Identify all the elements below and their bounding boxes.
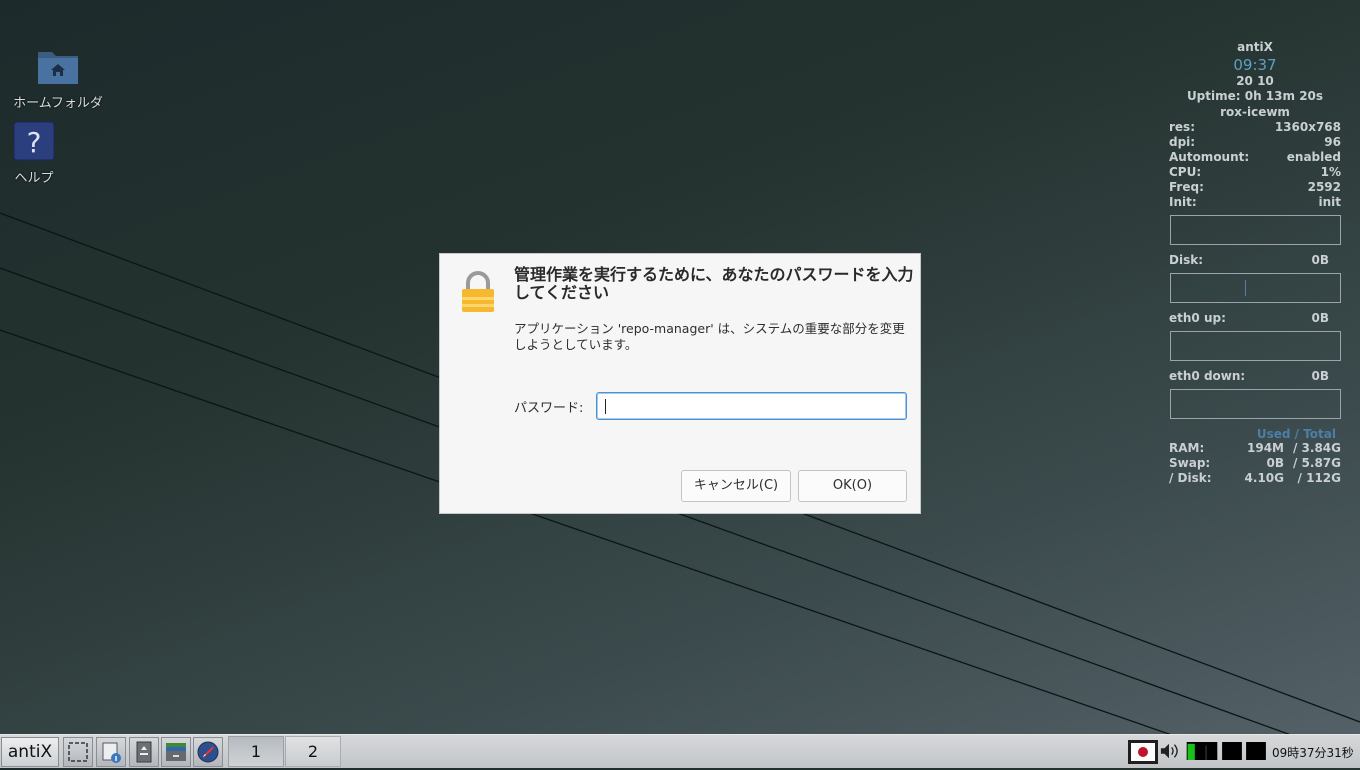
taskbar: antiX 1 2 09時37分31秒 xyxy=(0,734,1360,768)
svg-text:?: ? xyxy=(27,126,42,159)
memory-used: 4.10G xyxy=(1244,471,1284,485)
eth-down-value: 0B xyxy=(1311,369,1330,383)
memory-used: 0B xyxy=(1266,456,1285,470)
file-cabinet-icon xyxy=(166,743,186,761)
memory-total: / 3.84G xyxy=(1292,441,1341,455)
workspace-1-button[interactable]: 1 xyxy=(228,736,284,767)
memory-total: / 5.87G xyxy=(1292,456,1341,470)
file-cabinet-button[interactable] xyxy=(161,737,191,767)
conky-info-key: Automount: xyxy=(1169,150,1250,164)
conky-date: 20 10 xyxy=(1169,74,1341,90)
conky-info-key: dpi: xyxy=(1169,135,1196,149)
conky-info-key: Init: xyxy=(1169,195,1197,209)
browser-icon xyxy=(197,741,219,763)
desktop-icon-help[interactable]: ? ヘルプ xyxy=(6,121,62,186)
conky-info-row: res: 1360x768 xyxy=(1169,120,1341,135)
eth-up-row: eth0 up: 0B xyxy=(1169,311,1341,326)
conky-info-value: 1360x768 xyxy=(1274,120,1341,134)
conky-info-value: enabled xyxy=(1286,150,1341,164)
disk-graph xyxy=(1170,273,1341,303)
dialog-title: 管理作業を実行するために、あなたのパスワードを入力してください xyxy=(514,265,914,302)
password-label: パスワード: xyxy=(514,401,584,416)
volume-icon[interactable] xyxy=(1158,742,1180,760)
memory-key: RAM: xyxy=(1169,441,1205,455)
conky-clock: 09:37 xyxy=(1233,55,1277,74)
conky-uptime: Uptime: 0h 13m 20s xyxy=(1186,89,1324,103)
memory-key: Swap: xyxy=(1169,456,1211,470)
terminal-button[interactable] xyxy=(129,737,159,767)
conky-date-text: 20 10 xyxy=(1236,73,1274,88)
cpu-monitor-icon xyxy=(1186,742,1218,760)
memory-used: 194M xyxy=(1247,441,1284,455)
conky-info-row: Automount: enabled xyxy=(1169,150,1341,165)
desktop-icon-help-label: ヘルプ xyxy=(14,171,54,186)
system-monitor-panel: antiX 09:37 20 10 Uptime: 0h 13m 20s rox… xyxy=(1169,40,1341,486)
memory-row: Swap: 0B / 5.87G xyxy=(1169,456,1341,471)
desktop-icon-home[interactable]: ホームフォルダ xyxy=(6,46,110,111)
memory-row: RAM: 194M / 3.84G xyxy=(1169,441,1341,456)
conky-info-value: 1% xyxy=(1320,165,1341,179)
net-monitor-icon xyxy=(1222,742,1242,760)
conky-info-row: CPU: 1% xyxy=(1169,165,1341,180)
conky-info-list: res: 1360x768 dpi: 96 Automount: enabled CPU: 1… xyxy=(1169,120,1341,210)
conky-info-value: 96 xyxy=(1324,135,1341,149)
eth-up-value: 0B xyxy=(1311,311,1330,325)
dialog-message: アプリケーション 'repo-manager' は、システムの重要な部分を変更し… xyxy=(514,321,905,352)
conky-info-row: dpi: 96 xyxy=(1169,135,1341,150)
taskbar-clock[interactable]: 09時37分31秒 xyxy=(1272,744,1354,761)
conky-info-value: 2592 xyxy=(1307,180,1341,194)
text-caret xyxy=(605,399,606,414)
conky-hostname: antiX xyxy=(1237,40,1273,54)
conky-info-value: init xyxy=(1318,195,1341,209)
cpu-graph xyxy=(1170,215,1341,245)
eth-up-graph xyxy=(1170,331,1341,361)
show-desktop-icon xyxy=(68,742,88,762)
eth-down-row: eth0 down: 0B xyxy=(1169,369,1341,384)
conky-info-key: CPU: xyxy=(1169,165,1202,179)
disk-label: Disk: xyxy=(1169,253,1203,267)
disk-value: 0B xyxy=(1311,253,1330,267)
eth-down-label: eth0 down: xyxy=(1169,369,1246,383)
browser-button[interactable] xyxy=(193,737,223,767)
lock-icon xyxy=(462,271,494,312)
keyboard-flag-icon[interactable] xyxy=(1128,740,1158,764)
cancel-button[interactable]: キャンセル(C) xyxy=(681,470,791,502)
eth-up-label: eth0 up: xyxy=(1169,311,1226,325)
conky-info-key: Freq: xyxy=(1169,180,1204,194)
workspace-2-button[interactable]: 2 xyxy=(285,736,341,767)
memory-key: / Disk: xyxy=(1169,471,1212,485)
authentication-dialog: 管理作業を実行するために、あなたのパスワードを入力してください アプリケーション… xyxy=(439,253,921,514)
conky-info-key: res: xyxy=(1169,120,1195,134)
conky-info-row: Freq: 2592 xyxy=(1169,180,1341,195)
memory-list: RAM: 194M / 3.84G Swap: 0B / 5.87G / Disk: 4.10… xyxy=(1169,441,1341,486)
start-menu-button[interactable]: antiX xyxy=(1,737,59,767)
eth-down-graph xyxy=(1170,389,1341,419)
memory-row: / Disk: 4.10G / 112G xyxy=(1169,471,1341,486)
home-folder-icon xyxy=(38,52,78,84)
mem-monitor-icon xyxy=(1246,742,1266,760)
password-input[interactable] xyxy=(596,392,907,420)
desktop-icon-home-label: ホームフォルダ xyxy=(13,96,103,111)
disk-row: Disk: 0B xyxy=(1169,253,1341,268)
help-icon: ? xyxy=(13,121,55,161)
show-desktop-button[interactable] xyxy=(63,737,93,767)
file-manager-button[interactable] xyxy=(96,737,126,767)
terminal-icon xyxy=(136,741,152,763)
conky-wm: rox-icewm xyxy=(1220,104,1290,119)
ok-button[interactable]: OK(O) xyxy=(798,470,907,502)
file-manager-icon xyxy=(102,742,121,763)
conky-info-row: Init: init xyxy=(1169,195,1341,210)
used-total-header: Used / Total xyxy=(1256,427,1336,441)
memory-total: / 112G xyxy=(1297,471,1341,485)
